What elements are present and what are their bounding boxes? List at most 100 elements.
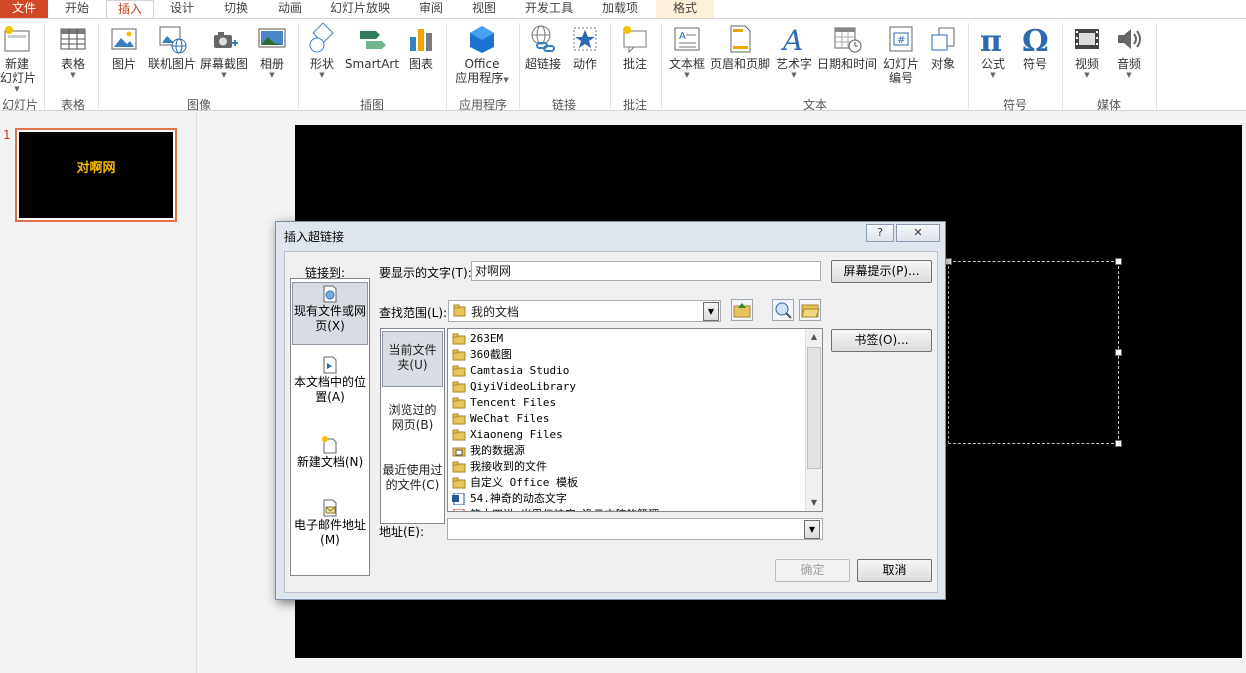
slide-number-button[interactable]: # 幻灯片 编号 bbox=[880, 23, 922, 85]
file-list-item[interactable]: 自定义 Office 模板 bbox=[452, 475, 578, 491]
link-option-email[interactable]: 电子邮件地址 (M) bbox=[292, 497, 368, 555]
folder-icon bbox=[452, 429, 466, 441]
chart-icon bbox=[405, 23, 437, 55]
tab-review[interactable]: 审阅 bbox=[408, 0, 454, 18]
file-list-item[interactable]: Camtasia Studio bbox=[452, 363, 569, 379]
tab-transitions[interactable]: 切换 bbox=[210, 0, 262, 18]
address-dropdown-arrow[interactable]: ▼ bbox=[804, 520, 820, 539]
tab-format[interactable]: 格式 bbox=[656, 0, 714, 18]
tab-file[interactable]: 文件 bbox=[0, 0, 48, 18]
link-option-place-in-document[interactable]: 本文档中的位 置(A) bbox=[292, 354, 368, 412]
nav-browsed-pages[interactable]: 浏览过的 网页(B) bbox=[382, 397, 443, 447]
browse-file-button[interactable] bbox=[799, 299, 821, 321]
date-time-button[interactable]: 日期和时间 bbox=[815, 23, 879, 71]
hyperlink-button[interactable]: 超链接 bbox=[523, 23, 563, 71]
help-button[interactable]: ? bbox=[866, 224, 894, 242]
file-list-item[interactable]: 360截图 bbox=[452, 347, 512, 363]
file-list-item[interactable]: 第十四讲 米思伝神座 逸云方稿的管理 bbox=[452, 507, 659, 511]
file-list-item[interactable]: QiyiVideoLibrary bbox=[452, 379, 576, 395]
folder-icon bbox=[452, 349, 466, 361]
file-name: 我接收到的文件 bbox=[470, 460, 547, 473]
action-button[interactable]: 动作 bbox=[566, 23, 604, 71]
office-apps-button[interactable]: Office 应用程序▼ bbox=[450, 23, 514, 85]
tab-developer[interactable]: 开发工具 bbox=[516, 0, 582, 18]
link-option-new-document[interactable]: 新建文档(N) bbox=[292, 434, 368, 474]
resize-handle[interactable] bbox=[1115, 258, 1122, 265]
screen-tip-button[interactable]: 屏幕提示(P)... bbox=[831, 260, 932, 283]
resize-handle[interactable] bbox=[1115, 440, 1122, 447]
file-list-scrollbar[interactable]: ▲ ▼ bbox=[805, 329, 822, 511]
display-text-input[interactable]: 对啊网 bbox=[471, 261, 821, 281]
svg-text:#: # bbox=[897, 35, 905, 46]
close-button[interactable]: ✕ bbox=[896, 224, 940, 242]
slide-thumbnail[interactable]: 对啊网 bbox=[15, 128, 177, 222]
nav-recent-files[interactable]: 最近使用过 的文件(C) bbox=[382, 457, 443, 507]
hyperlink-icon bbox=[527, 23, 559, 55]
smartart-icon bbox=[356, 23, 388, 55]
look-in-dropdown-arrow[interactable]: ▼ bbox=[703, 302, 719, 321]
selected-text-placeholder[interactable] bbox=[945, 258, 1122, 447]
svg-text:π: π bbox=[980, 24, 1002, 55]
comment-button[interactable]: 批注 bbox=[616, 23, 654, 71]
screenshot-button[interactable]: 屏幕截图 ▼ bbox=[198, 23, 250, 80]
ok-button[interactable]: 确定 bbox=[775, 559, 850, 582]
file-list-item[interactable]: 我的数据源 bbox=[452, 443, 525, 459]
file-list-item[interactable]: WeChat Files bbox=[452, 411, 549, 427]
shapes-button[interactable]: 形状 ▼ bbox=[305, 23, 339, 80]
look-in-dropdown[interactable]: 我的文档 ▼ bbox=[448, 300, 721, 322]
table-button[interactable]: 表格 ▼ bbox=[54, 23, 92, 80]
file-list-item[interactable]: 我接收到的文件 bbox=[452, 459, 547, 475]
symbol-button[interactable]: Ω 符号 bbox=[1016, 23, 1054, 71]
comment-icon bbox=[619, 23, 651, 55]
tab-design[interactable]: 设计 bbox=[158, 0, 206, 18]
nav-current-folder[interactable]: 当前文件 夹(U) bbox=[382, 331, 443, 387]
object-button[interactable]: 对象 bbox=[925, 23, 961, 71]
address-input[interactable]: ▼ bbox=[447, 518, 823, 540]
pi-icon: π bbox=[977, 23, 1009, 55]
new-document-icon bbox=[321, 436, 339, 454]
textbox-button[interactable]: A 文本框 ▼ bbox=[666, 23, 708, 80]
bookmark-button[interactable]: 书签(O)... bbox=[831, 329, 932, 352]
tab-insert[interactable]: 插入 bbox=[106, 0, 154, 19]
scroll-thumb[interactable] bbox=[807, 347, 821, 469]
file-list-item[interactable]: 54.神奇的动态文字 bbox=[452, 491, 567, 507]
folder-icon bbox=[453, 304, 466, 317]
folder-icon bbox=[452, 461, 466, 473]
smartart-button[interactable]: SmartArt bbox=[344, 23, 400, 71]
cancel-button[interactable]: 取消 bbox=[857, 559, 932, 582]
shapes-icon bbox=[306, 23, 338, 55]
camera-icon bbox=[208, 23, 240, 55]
tab-view[interactable]: 视图 bbox=[460, 0, 508, 18]
tab-slideshow[interactable]: 幻灯片放映 bbox=[320, 0, 400, 18]
link-option-existing-file[interactable]: 现有文件或网 页(X) bbox=[292, 282, 368, 345]
file-list-item[interactable]: Xiaoneng Files bbox=[452, 427, 563, 443]
file-name: Xiaoneng Files bbox=[470, 428, 563, 441]
new-slide-button[interactable]: 新建 幻灯片 ▼ bbox=[0, 23, 36, 94]
file-list-item[interactable]: 263EM bbox=[452, 331, 503, 347]
resize-handle[interactable] bbox=[1115, 349, 1122, 356]
file-name: WeChat Files bbox=[470, 412, 550, 425]
wordart-button[interactable]: A 艺术字 ▼ bbox=[773, 23, 815, 80]
office-apps-icon bbox=[466, 23, 498, 55]
online-pictures-button[interactable]: 联机图片 bbox=[146, 23, 198, 71]
scroll-up-arrow[interactable]: ▲ bbox=[806, 329, 822, 345]
audio-button[interactable]: 音频 ▼ bbox=[1110, 23, 1148, 80]
browse-web-button[interactable] bbox=[772, 299, 794, 321]
header-footer-button[interactable]: 页眉和页脚 bbox=[708, 23, 772, 71]
up-folder-icon bbox=[733, 303, 751, 318]
dialog-title: 插入超链接 bbox=[284, 230, 345, 244]
photo-album-button[interactable]: 相册 ▼ bbox=[254, 23, 290, 80]
dialog-body: 链接到: 要显示的文字(T): 对啊网 屏幕提示(P)... 查找范围(L): … bbox=[284, 251, 938, 593]
equation-button[interactable]: π 公式 ▼ bbox=[974, 23, 1012, 80]
file-name: 我的数据源 bbox=[470, 444, 525, 457]
picture-button[interactable]: 图片 bbox=[105, 23, 143, 71]
tab-home[interactable]: 开始 bbox=[52, 0, 102, 18]
chart-button[interactable]: 图表 bbox=[404, 23, 438, 71]
tab-addins[interactable]: 加载项 bbox=[592, 0, 648, 18]
scroll-down-arrow[interactable]: ▼ bbox=[806, 495, 822, 511]
file-list-item[interactable]: Tencent Files bbox=[452, 395, 556, 411]
up-folder-button[interactable] bbox=[731, 299, 753, 321]
tab-animations[interactable]: 动画 bbox=[266, 0, 314, 18]
video-button[interactable]: 视频 ▼ bbox=[1068, 23, 1106, 80]
resize-handle[interactable] bbox=[945, 258, 952, 265]
